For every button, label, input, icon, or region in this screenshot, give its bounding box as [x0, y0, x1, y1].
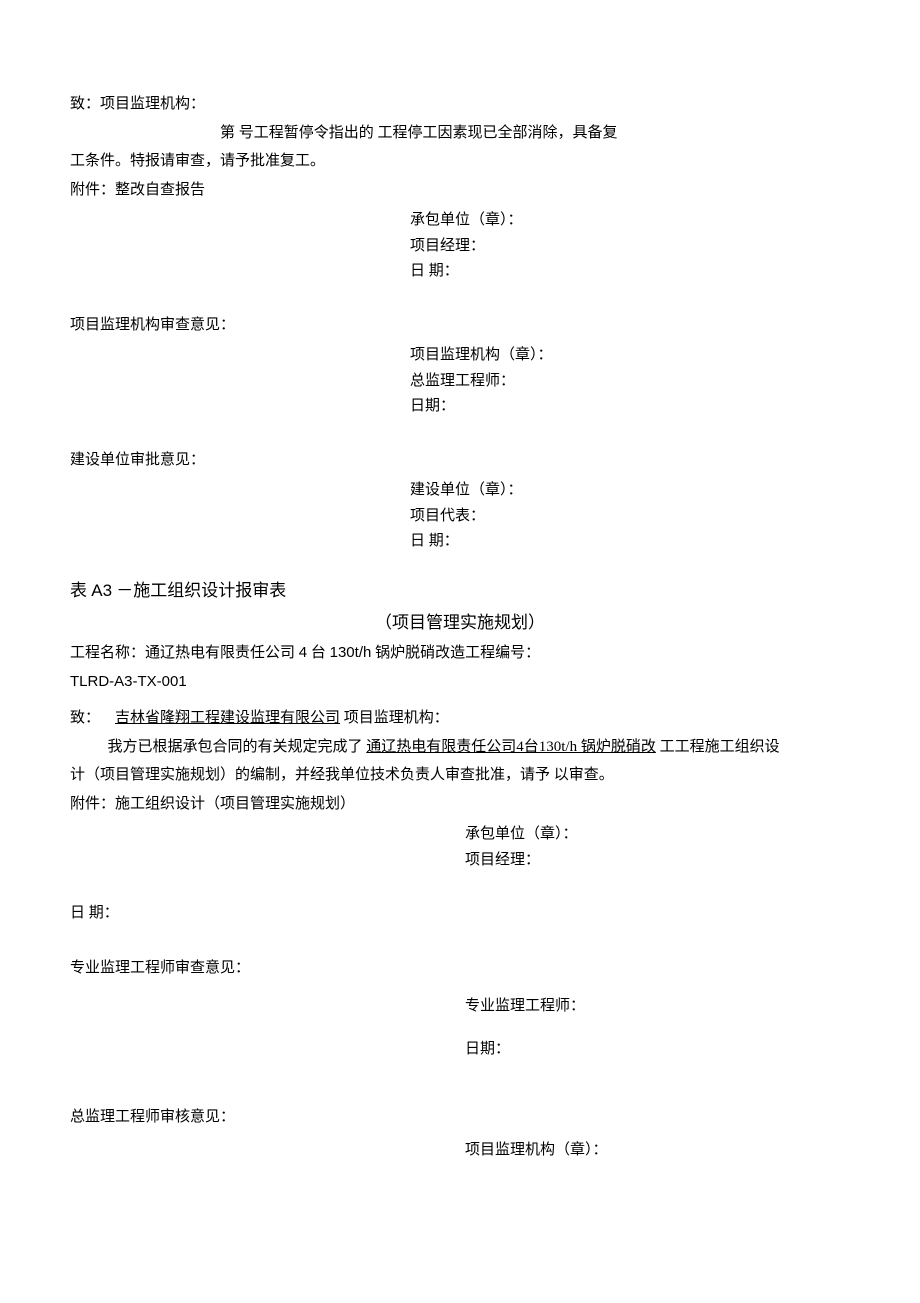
form1-body-line1: 第 号工程暂停令指出的 工程停工因素现已全部消除，具备复: [70, 119, 850, 148]
to-prefix: 致：: [70, 710, 100, 726]
form1-owner-header: 建设单位审批意见：: [70, 446, 850, 475]
form2-pro-review-header: 专业监理工程师审查意见：: [70, 954, 850, 983]
sig-contractor: 承包单位（章）：: [410, 208, 850, 234]
body1-suffix: 工工程施工组织设: [660, 739, 780, 755]
to-suffix: 项目监理机构：: [344, 710, 449, 726]
title-code: A3: [91, 581, 112, 600]
form2-contractor-sig: 承包单位（章）： 项目经理：: [70, 822, 850, 873]
form2-attachment: 附件：施工组织设计（项目管理实施规划）: [70, 790, 850, 819]
form2-chief-sig: 项目监理机构（章）：: [70, 1136, 850, 1165]
title-suffix: －施工组织设计报审表: [116, 581, 286, 600]
sig-contractor: 承包单位（章）：: [465, 822, 850, 848]
proj-num: 4: [299, 644, 307, 661]
form1-body-line2: 工条件。特报请审查，请予批准复工。: [70, 147, 850, 176]
text: 第: [220, 125, 235, 141]
text: 工程停工因素现已全部消除，具备复: [378, 125, 618, 141]
text: 号工程暂停令指出的: [239, 125, 374, 141]
form2-body2: 计（项目管理实施规划）的编制，并经我单位技术负责人审查批准，请予 以审查。: [70, 761, 850, 790]
pro-engineer: 专业监理工程师：: [465, 992, 850, 1021]
chief-org: 项目监理机构（章）：: [465, 1136, 850, 1165]
body1-underline: 通辽热电有限责任公司4台130t/h 锅炉脱硝改: [366, 739, 656, 755]
form1-owner-sig: 建设单位（章）： 项目代表： 日 期：: [70, 478, 850, 555]
form2-project-line: 工程名称：通辽热电有限责任公司 4 台 130t/h 锅炉脱硝改造工程编号：: [70, 639, 850, 668]
form2-title: 表 A3 －施工组织设计报审表: [70, 575, 850, 607]
owner-org: 建设单位（章）：: [410, 478, 850, 504]
owner-rep: 项目代表：: [410, 504, 850, 530]
form2-project-code: TLRD-A3-TX-001: [70, 668, 850, 697]
body1-prefix: 我方已根据承包合同的有关规定完成了: [108, 739, 363, 755]
proj-spec: 130t/h: [330, 644, 372, 661]
form2-subtitle: （项目管理实施规划）: [70, 607, 850, 639]
sig-date: 日 期：: [410, 259, 850, 285]
review-date: 日期：: [410, 394, 850, 420]
form1-review-sig: 项目监理机构（章）： 总监理工程师： 日期：: [70, 343, 850, 420]
form2-pro-sig: 专业监理工程师： 日期：: [70, 992, 850, 1063]
pro-date: 日期：: [465, 1035, 850, 1064]
sig-pm: 项目经理：: [410, 234, 850, 260]
review-engineer: 总监理工程师：: [410, 369, 850, 395]
form2-date: 日 期：: [70, 899, 850, 928]
form1-contractor-sig: 承包单位（章）： 项目经理： 日 期：: [70, 208, 850, 285]
review-org: 项目监理机构（章）：: [410, 343, 850, 369]
form1-to: 致：项目监理机构：: [70, 90, 850, 119]
sig-pm: 项目经理：: [465, 848, 850, 874]
proj-unit: 台: [311, 645, 326, 661]
proj-label: 工程名称：通辽热电有限责任公司: [70, 645, 295, 661]
proj-suffix: 锅炉脱硝改造工程编号：: [375, 645, 540, 661]
form1-review-header: 项目监理机构审查意见：: [70, 311, 850, 340]
to-org: 吉林省隆翔工程建设监理有限公司: [115, 710, 340, 726]
form2-chief-review-header: 总监理工程师审核意见：: [70, 1103, 850, 1132]
owner-date: 日 期：: [410, 529, 850, 555]
spacer: [104, 710, 112, 726]
form1-attachment: 附件：整改自查报告: [70, 176, 850, 205]
title-prefix: 表: [70, 581, 87, 600]
form2-body1: 我方已根据承包合同的有关规定完成了 通辽热电有限责任公司4台130t/h 锅炉脱…: [70, 733, 850, 762]
form2-to: 致： 吉林省隆翔工程建设监理有限公司 项目监理机构：: [70, 704, 850, 733]
